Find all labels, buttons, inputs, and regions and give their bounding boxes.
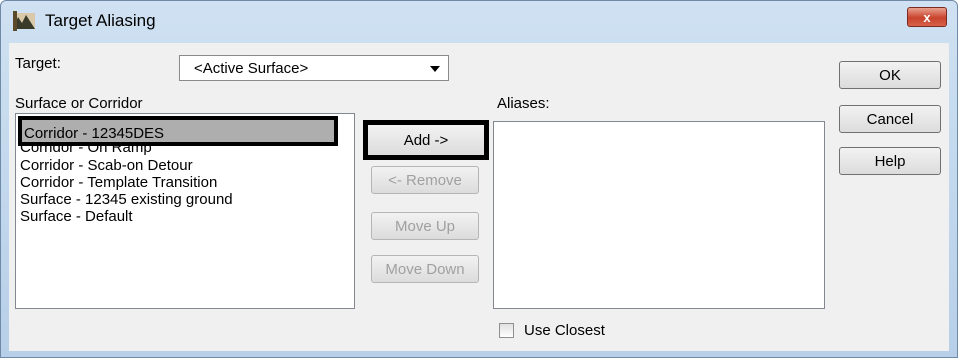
dialog-window: Target Aliasing x Target: <Active Surfac… (0, 0, 958, 358)
move-up-button[interactable]: Move Up (371, 212, 479, 240)
help-button[interactable]: Help (839, 147, 941, 175)
ok-button[interactable]: OK (839, 61, 941, 89)
aliases-label: Aliases: (497, 95, 550, 112)
cancel-button[interactable]: Cancel (839, 105, 941, 133)
use-closest-checkbox[interactable] (499, 323, 514, 338)
target-dropdown-value: <Active Surface> (194, 60, 309, 77)
chevron-down-icon (430, 66, 440, 72)
move-down-button[interactable]: Move Down (371, 255, 479, 283)
list-item[interactable]: Surface - 12345 existing ground (20, 191, 233, 208)
title-bar[interactable]: Target Aliasing x (1, 1, 957, 41)
target-dropdown[interactable]: <Active Surface> (179, 55, 449, 81)
aliases-list[interactable] (493, 121, 825, 309)
close-icon: x (923, 9, 931, 25)
list-item[interactable]: Surface - Default (20, 208, 133, 225)
add-button[interactable]: Add -> (363, 120, 489, 160)
close-button[interactable]: x (907, 7, 947, 27)
list-item[interactable]: Corridor - Scab-on Detour (20, 157, 193, 174)
dialog-body: Target: <Active Surface> Surface or Corr… (9, 43, 949, 351)
list-item-selected[interactable]: Corridor - 12345DES (18, 116, 338, 146)
list-item[interactable]: Corridor - Template Transition (20, 174, 217, 191)
target-label: Target: (15, 55, 61, 72)
window-title: Target Aliasing (45, 11, 156, 30)
remove-button[interactable]: <- Remove (371, 166, 479, 194)
list-item[interactable]: Corridor - On Ramp (20, 144, 152, 157)
surface-list-label: Surface or Corridor (15, 95, 143, 112)
use-closest-label: Use Closest (524, 322, 605, 339)
surface-list[interactable]: Corridor - 12345DES Corridor - On Ramp C… (15, 113, 355, 309)
app-icon (13, 11, 35, 31)
